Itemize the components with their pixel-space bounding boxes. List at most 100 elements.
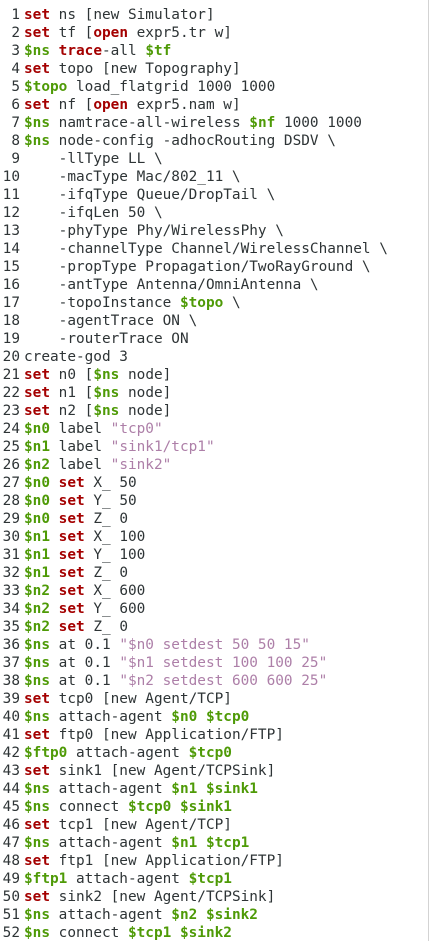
variable-token: $ns bbox=[24, 799, 50, 815]
code-line[interactable]: 47 $ns attach-agent $n1 $tcp1 bbox=[0, 834, 388, 852]
code-token: -agentTrace ON \ bbox=[24, 313, 198, 329]
code-text-area[interactable]: 1 set ns [new Simulator] 2 set tf [open exp… bbox=[0, 6, 388, 941]
code-line[interactable]: 42 $ftp0 attach-agent $tcp0 bbox=[0, 744, 388, 762]
code-line[interactable]: 2 set tf [open expr5.tr w] bbox=[0, 24, 388, 42]
code-line[interactable]: 35 $n2 set Z_ 0 bbox=[0, 618, 388, 636]
line-number: 33 bbox=[2, 583, 20, 599]
code-line[interactable]: 32 $n1 set Z_ 0 bbox=[0, 564, 388, 582]
code-token: \ bbox=[223, 295, 241, 311]
code-line[interactable]: 26 $n2 label "sink2" bbox=[0, 456, 388, 474]
code-line[interactable]: 21 set n0 [$ns node] bbox=[0, 366, 388, 384]
code-line[interactable]: 33 $n2 set X_ 600 bbox=[0, 582, 388, 600]
code-line[interactable]: 24 $n0 label "tcp0" bbox=[0, 420, 388, 438]
line-number: 9 bbox=[11, 151, 20, 167]
code-token: nf [ bbox=[50, 97, 94, 113]
code-line[interactable]: 38 $ns at 0.1 "$n2 setdest 600 600 25" bbox=[0, 672, 388, 690]
code-line[interactable]: 16 -antType Antenna/OmniAntenna \ bbox=[0, 276, 388, 294]
code-line[interactable]: 5 $topo load_flatgrid 1000 1000 bbox=[0, 78, 388, 96]
code-line[interactable]: 48 set ftp1 [new Application/FTP] bbox=[0, 852, 388, 870]
code-line[interactable]: 6 set nf [open expr5.nam w] bbox=[0, 96, 388, 114]
code-line[interactable]: 19 -routerTrace ON bbox=[0, 330, 388, 348]
code-line[interactable]: 13 -phyType Phy/WirelessPhy \ bbox=[0, 222, 388, 240]
variable-token: $topo bbox=[24, 79, 68, 95]
code-line[interactable]: 18 -agentTrace ON \ bbox=[0, 312, 388, 330]
code-line[interactable]: 45 $ns connect $tcp0 $sink1 bbox=[0, 798, 388, 816]
line-number: 45 bbox=[2, 799, 20, 815]
code-token: 1000 1000 bbox=[275, 115, 362, 131]
code-token: tcp0 [new Agent/TCP] bbox=[50, 691, 232, 707]
code-line[interactable]: 41 set ftp0 [new Application/FTP] bbox=[0, 726, 388, 744]
line-number: 28 bbox=[2, 493, 20, 509]
code-token: ftp1 [new Application/FTP] bbox=[50, 853, 284, 869]
variable-token: $sink2 bbox=[179, 925, 232, 941]
line-number: 11 bbox=[2, 187, 20, 203]
code-line[interactable]: 9 -llType LL \ bbox=[0, 150, 388, 168]
code-line[interactable]: 44 $ns attach-agent $n1 $sink1 bbox=[0, 780, 388, 798]
code-line[interactable]: 10 -macType Mac/802_11 \ bbox=[0, 168, 388, 186]
code-line[interactable]: 34 $n2 set Y_ 600 bbox=[0, 600, 388, 618]
line-number: 44 bbox=[2, 781, 20, 797]
line-number: 18 bbox=[2, 313, 20, 329]
code-line[interactable]: 43 set sink1 [new Agent/TCPSink] bbox=[0, 762, 388, 780]
variable-token: $ns bbox=[24, 133, 50, 149]
code-token: -ifqType Queue/DropTail \ bbox=[24, 187, 276, 203]
code-token: Y_ 600 bbox=[84, 601, 146, 617]
code-line[interactable]: 11 -ifqType Queue/DropTail \ bbox=[0, 186, 388, 204]
code-line[interactable]: 8 $ns node-config -adhocRouting DSDV \ bbox=[0, 132, 388, 150]
code-line[interactable]: 3 $ns trace-all $tf bbox=[0, 42, 388, 60]
keyword-token: set bbox=[24, 97, 50, 113]
variable-token: $n1 bbox=[24, 565, 50, 581]
code-line[interactable]: 39 set tcp0 [new Agent/TCP] bbox=[0, 690, 388, 708]
code-line[interactable]: 12 -ifqLen 50 \ bbox=[0, 204, 388, 222]
code-line[interactable]: 1 set ns [new Simulator] bbox=[0, 6, 388, 24]
code-line[interactable]: 20 create-god 3 bbox=[0, 348, 388, 366]
code-token: tf [ bbox=[50, 25, 94, 41]
code-editor[interactable]: 1 set ns [new Simulator] 2 set tf [open exp… bbox=[0, 0, 429, 941]
code-line[interactable]: 40 $ns attach-agent $n0 $tcp0 bbox=[0, 708, 388, 726]
code-line[interactable]: 7 $ns namtrace-all-wireless $nf 1000 1000 bbox=[0, 114, 388, 132]
code-token: attach-agent bbox=[50, 709, 172, 725]
code-line[interactable]: 15 -propType Propagation/TwoRayGround \ bbox=[0, 258, 388, 276]
code-line[interactable]: 17 -topoInstance $topo \ bbox=[0, 294, 388, 312]
code-line[interactable]: 31 $n1 set Y_ 100 bbox=[0, 546, 388, 564]
code-line[interactable]: 14 -channelType Channel/WirelessChannel … bbox=[0, 240, 388, 258]
code-line[interactable]: 52 $ns connect $tcp1 $sink2 bbox=[0, 924, 388, 941]
variable-token: $n0 bbox=[24, 475, 50, 491]
code-line[interactable]: 29 $n0 set Z_ 0 bbox=[0, 510, 388, 528]
code-token: at 0.1 bbox=[50, 673, 120, 689]
variable-token: $n0 bbox=[171, 709, 198, 725]
keyword-token: trace bbox=[58, 43, 102, 59]
line-number: 3 bbox=[11, 43, 20, 59]
code-line[interactable]: 25 $n1 label "sink1/tcp1" bbox=[0, 438, 388, 456]
variable-token: $ns bbox=[24, 655, 50, 671]
code-token: Y_ 50 bbox=[84, 493, 137, 509]
code-line[interactable]: 4 set topo [new Topography] bbox=[0, 60, 388, 78]
line-number: 51 bbox=[2, 907, 20, 923]
line-number: 50 bbox=[2, 889, 20, 905]
code-token: attach-agent bbox=[50, 835, 172, 851]
code-line[interactable]: 30 $n1 set X_ 100 bbox=[0, 528, 388, 546]
line-number: 36 bbox=[2, 637, 20, 653]
code-line[interactable]: 28 $n0 set Y_ 50 bbox=[0, 492, 388, 510]
code-line[interactable]: 51 $ns attach-agent $n2 $sink2 bbox=[0, 906, 388, 924]
variable-token: $ns bbox=[24, 673, 50, 689]
code-token: create-god 3 bbox=[24, 349, 128, 365]
code-line[interactable]: 27 $n0 set X_ 50 bbox=[0, 474, 388, 492]
code-line[interactable]: 46 set tcp1 [new Agent/TCP] bbox=[0, 816, 388, 834]
code-token: node] bbox=[119, 367, 172, 383]
code-token: -channelType Channel/WirelessChannel \ bbox=[24, 241, 388, 257]
code-line[interactable]: 37 $ns at 0.1 "$n1 setdest 100 100 25" bbox=[0, 654, 388, 672]
code-line[interactable]: 49 $ftp1 attach-agent $tcp1 bbox=[0, 870, 388, 888]
variable-token: $ns bbox=[93, 403, 120, 419]
code-token: ftp0 [new Application/FTP] bbox=[50, 727, 284, 743]
code-line[interactable]: 36 $ns at 0.1 "$n0 setdest 50 50 15" bbox=[0, 636, 388, 654]
code-line[interactable]: 50 set sink2 [new Agent/TCPSink] bbox=[0, 888, 388, 906]
code-line[interactable]: 22 set n1 [$ns node] bbox=[0, 384, 388, 402]
line-number: 23 bbox=[2, 403, 20, 419]
keyword-token: set bbox=[58, 547, 85, 563]
code-line[interactable]: 23 set n2 [$ns node] bbox=[0, 402, 388, 420]
variable-token: $n0 bbox=[24, 511, 50, 527]
